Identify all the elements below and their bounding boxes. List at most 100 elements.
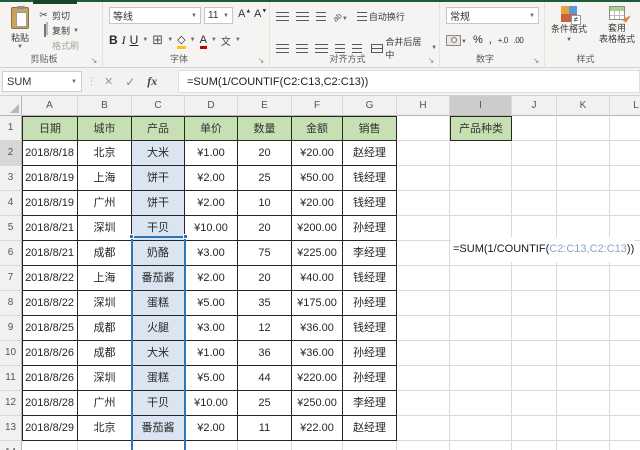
cell-G13[interactable]: 赵经理 xyxy=(343,416,397,441)
cell-A8[interactable]: 2018/8/22 xyxy=(22,291,78,316)
cell-H3[interactable] xyxy=(397,166,450,191)
cut-button[interactable]: ✂剪切 xyxy=(38,8,102,23)
cell-K9[interactable] xyxy=(557,316,610,341)
cell-J1[interactable] xyxy=(512,116,557,141)
cell-E3[interactable]: 25 xyxy=(238,166,292,191)
column-header-D[interactable]: D xyxy=(185,96,238,116)
cell-G4[interactable]: 钱经理 xyxy=(343,191,397,216)
cell-F13[interactable]: ¥22.00 xyxy=(292,416,343,441)
cell-F10[interactable]: ¥36.00 xyxy=(292,341,343,366)
cell-H7[interactable] xyxy=(397,266,450,291)
cell-E9[interactable]: 12 xyxy=(238,316,292,341)
cell-F2[interactable]: ¥20.00 xyxy=(292,141,343,166)
increase-font-size-button[interactable]: A▲ xyxy=(238,8,251,20)
wrap-text-button[interactable]: 自动换行 xyxy=(355,9,407,24)
number-dialog-launcher[interactable]: ↘ xyxy=(531,56,541,66)
cell-L4[interactable] xyxy=(610,191,640,216)
cell-B2[interactable]: 北京 xyxy=(78,141,132,166)
cell-C5[interactable]: 干贝 xyxy=(132,216,185,241)
align-top-icon[interactable] xyxy=(276,12,289,21)
column-header-K[interactable]: K xyxy=(557,96,610,116)
cell-L7[interactable] xyxy=(610,266,640,291)
cell-G6[interactable]: 李经理 xyxy=(343,241,397,266)
column-header-C[interactable]: C xyxy=(132,96,185,116)
formula-input[interactable]: =SUM(1/COUNTIF(C2:C13,C2:C13)) xyxy=(178,70,640,93)
cell-A2[interactable]: 2018/8/18 xyxy=(22,141,78,166)
cell-L9[interactable] xyxy=(610,316,640,341)
cell-D9[interactable]: ¥3.00 xyxy=(185,316,238,341)
cell-B4[interactable]: 广州 xyxy=(78,191,132,216)
cell-i2-formula-edit[interactable]: =SUM(1/COUNTIF(C2:C13,C2:C13)) xyxy=(451,237,634,262)
cell-D13[interactable]: ¥2.00 xyxy=(185,416,238,441)
cell-D6[interactable]: ¥3.00 xyxy=(185,241,238,266)
cell-L3[interactable] xyxy=(610,166,640,191)
cell-H10[interactable] xyxy=(397,341,450,366)
cell-D8[interactable]: ¥5.00 xyxy=(185,291,238,316)
cell-E10[interactable]: 36 xyxy=(238,341,292,366)
insert-function-button[interactable]: fx xyxy=(147,74,157,89)
cell-K11[interactable] xyxy=(557,366,610,391)
cell-J2[interactable] xyxy=(512,141,557,166)
cell-I7[interactable] xyxy=(450,266,512,291)
cell-L14[interactable] xyxy=(610,441,640,450)
comma-style-button[interactable]: , xyxy=(489,34,492,46)
column-header-G[interactable]: G xyxy=(343,96,397,116)
column-header-I[interactable]: I xyxy=(450,96,512,116)
cell-L1[interactable] xyxy=(610,116,640,141)
cell-D12[interactable]: ¥10.00 xyxy=(185,391,238,416)
cell-B13[interactable]: 北京 xyxy=(78,416,132,441)
cell-C14[interactable] xyxy=(132,441,185,450)
cell-D7[interactable]: ¥2.00 xyxy=(185,266,238,291)
italic-button[interactable]: I xyxy=(122,33,126,48)
cell-D3[interactable]: ¥2.00 xyxy=(185,166,238,191)
cell-G1[interactable]: 销售 xyxy=(343,116,397,141)
column-header-E[interactable]: E xyxy=(238,96,292,116)
number-format-select[interactable]: 常规▼ xyxy=(446,7,539,24)
row-header-10[interactable]: 10 xyxy=(0,341,22,366)
alignment-dialog-launcher[interactable]: ↘ xyxy=(426,56,436,66)
accounting-format-button[interactable]: ▼ xyxy=(446,34,467,46)
conditional-formatting-button[interactable]: ≠ 条件格式 ▼ xyxy=(547,6,591,46)
cell-I14[interactable] xyxy=(450,441,512,450)
cell-K3[interactable] xyxy=(557,166,610,191)
cell-F1[interactable]: 金额 xyxy=(292,116,343,141)
cell-E8[interactable]: 35 xyxy=(238,291,292,316)
cell-H2[interactable] xyxy=(397,141,450,166)
font-dialog-launcher[interactable]: ↘ xyxy=(256,56,266,66)
increase-decimal-button[interactable]: +.0 xyxy=(498,36,508,45)
cell-A13[interactable]: 2018/8/29 xyxy=(22,416,78,441)
cell-A7[interactable]: 2018/8/22 xyxy=(22,266,78,291)
cell-J13[interactable] xyxy=(512,416,557,441)
cell-E13[interactable]: 11 xyxy=(238,416,292,441)
cell-L2[interactable] xyxy=(610,141,640,166)
cell-C11[interactable]: 蛋糕 xyxy=(132,366,185,391)
cell-C4[interactable]: 饼干 xyxy=(132,191,185,216)
cell-J8[interactable] xyxy=(512,291,557,316)
format-as-table-button[interactable]: 套用 表格格式 xyxy=(595,6,639,45)
cell-B1[interactable]: 城市 xyxy=(78,116,132,141)
cell-H8[interactable] xyxy=(397,291,450,316)
name-box[interactable]: SUM▼ xyxy=(2,71,82,92)
cell-B6[interactable]: 成都 xyxy=(78,241,132,266)
percent-style-button[interactable]: % xyxy=(473,34,483,46)
cell-G9[interactable]: 钱经理 xyxy=(343,316,397,341)
cell-K8[interactable] xyxy=(557,291,610,316)
cell-G5[interactable]: 孙经理 xyxy=(343,216,397,241)
cell-B9[interactable]: 成都 xyxy=(78,316,132,341)
cell-D1[interactable]: 单价 xyxy=(185,116,238,141)
font-name-select[interactable]: 等线▼ xyxy=(109,7,201,24)
row-header-13[interactable]: 13 xyxy=(0,416,22,441)
cell-J12[interactable] xyxy=(512,391,557,416)
cell-B7[interactable]: 上海 xyxy=(78,266,132,291)
cell-A6[interactable]: 2018/8/21 xyxy=(22,241,78,266)
cell-A14[interactable] xyxy=(22,441,78,450)
row-header-7[interactable]: 7 xyxy=(0,266,22,291)
cell-C6[interactable]: 奶酪 xyxy=(132,241,185,266)
cell-J9[interactable] xyxy=(512,316,557,341)
cell-K10[interactable] xyxy=(557,341,610,366)
cell-K2[interactable] xyxy=(557,141,610,166)
borders-button[interactable]: ⊞ xyxy=(152,32,163,48)
cell-C10[interactable]: 大米 xyxy=(132,341,185,366)
cell-E6[interactable]: 75 xyxy=(238,241,292,266)
cell-E5[interactable]: 20 xyxy=(238,216,292,241)
